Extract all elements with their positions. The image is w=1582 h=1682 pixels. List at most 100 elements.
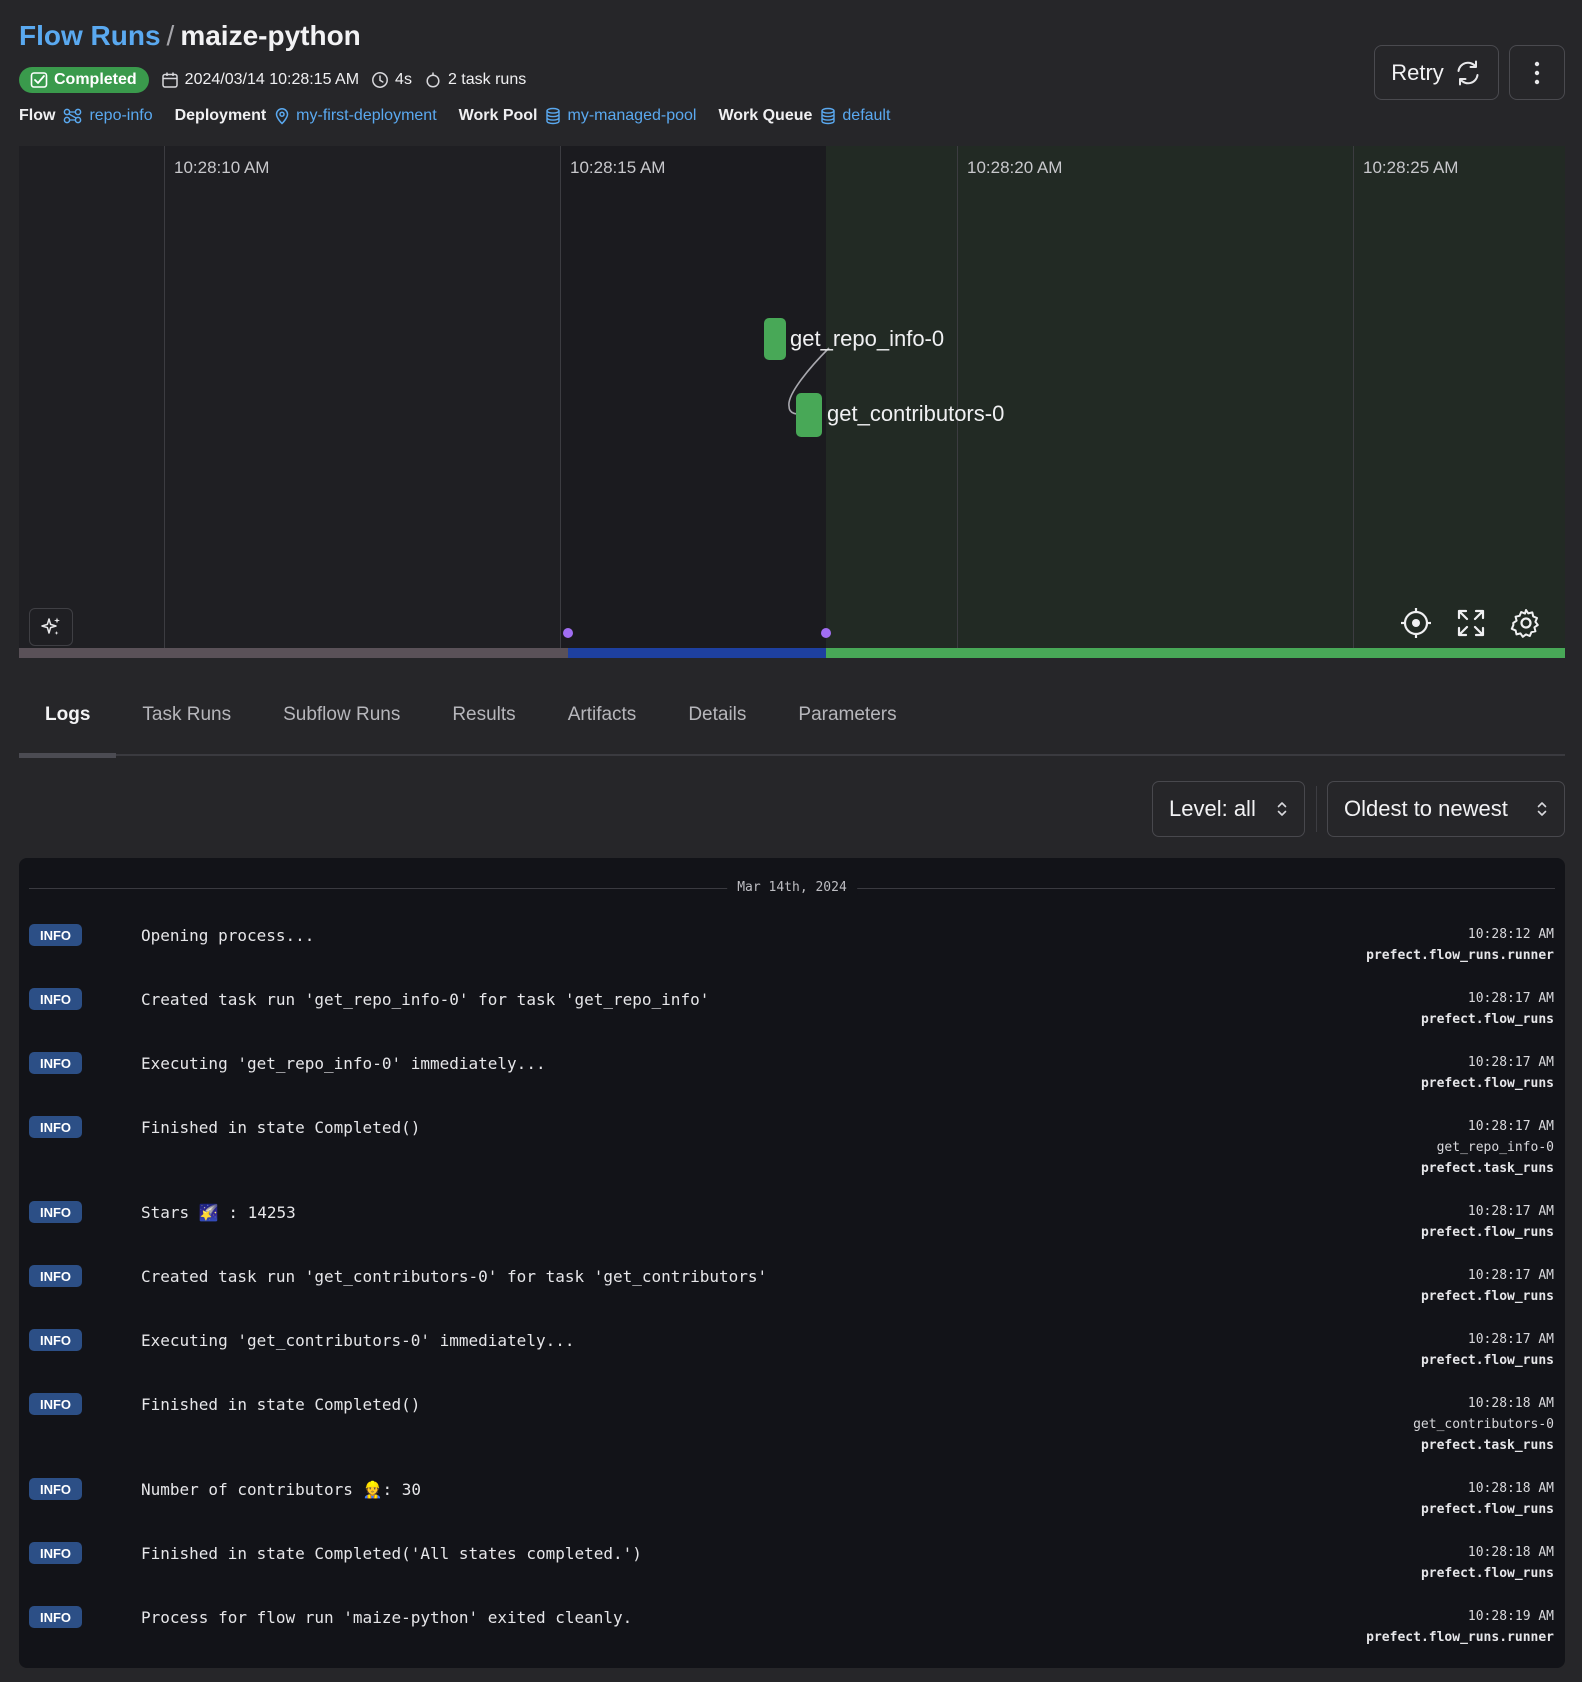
- log-level-badge: INFO: [29, 1393, 82, 1415]
- log-time: 10:28:12 AM: [1467, 927, 1554, 942]
- retry-button[interactable]: Retry: [1374, 45, 1499, 100]
- log-date-separator: Mar 14th, 2024: [29, 878, 1555, 898]
- breadcrumb-separator: /: [166, 20, 175, 51]
- log-time: 10:28:17 AM: [1467, 1204, 1554, 1219]
- log-message: Opening process...: [141, 926, 315, 945]
- calendar-icon: [161, 72, 178, 88]
- tick-label: 10:28:20 AM: [967, 158, 1063, 177]
- log-meta: 10:28:17 AM prefect.flow_runs: [1421, 1265, 1554, 1307]
- log-level-badge: INFO: [29, 1542, 82, 1564]
- work-queue-link[interactable]: default: [820, 107, 890, 125]
- log-meta: 10:28:17 AM prefect.flow_runs: [1421, 988, 1554, 1030]
- database-icon: [821, 107, 836, 125]
- log-time: 10:28:17 AM: [1467, 1055, 1554, 1070]
- work-pool-label: Work Pool: [458, 107, 538, 124]
- log-source: prefect.flow_runs: [1420, 1353, 1554, 1368]
- log-meta: 10:28:18 AM prefect.flow_runs: [1421, 1478, 1554, 1520]
- log-message: Executing 'get_repo_info-0' immediately.…: [141, 1054, 546, 1073]
- state-bar-pending: [19, 648, 568, 658]
- log-source: prefect.flow_runs.runner: [1366, 1630, 1554, 1645]
- log-time: 10:28:19 AM: [1467, 1609, 1554, 1624]
- log-meta: 10:28:17 AM prefect.flow_runs: [1421, 1201, 1554, 1243]
- task-runs-value: 2 task runs: [447, 71, 527, 88]
- sparkle-button[interactable]: [29, 608, 73, 646]
- graph-settings-button[interactable]: [1506, 603, 1546, 643]
- log-source: prefect.flow_runs: [1420, 1289, 1554, 1304]
- log-level-badge: INFO: [29, 1478, 82, 1500]
- log-message: Finished in state Completed(): [141, 1118, 421, 1137]
- level-filter-value: Level: all: [1169, 796, 1256, 821]
- sparkles-icon: [41, 617, 60, 635]
- state-marker-dot[interactable]: [821, 628, 831, 638]
- refresh-icon: [1457, 60, 1479, 85]
- breadcrumb-flow-runs[interactable]: Flow Runs: [19, 20, 161, 51]
- log-message: Created task run 'get_contributors-0' fo…: [141, 1267, 768, 1286]
- log-meta: 10:28:19 AM prefect.flow_runs.runner: [1366, 1606, 1554, 1648]
- log-source: prefect.flow_runs: [1420, 1225, 1554, 1240]
- more-options-button[interactable]: [1509, 45, 1565, 100]
- tab-results[interactable]: Results: [426, 680, 541, 756]
- log-task-name[interactable]: get_repo_info-0: [1421, 1137, 1554, 1158]
- log-level-badge: INFO: [29, 1329, 82, 1351]
- flow-run-name: maize-python: [180, 20, 361, 51]
- flow-run-timeline[interactable]: 10:28:10 AM 10:28:15 AM 10:28:20 AM 10:2…: [19, 146, 1565, 658]
- tab-parameters[interactable]: Parameters: [772, 680, 922, 756]
- log-meta: 10:28:18 AM prefect.flow_runs: [1421, 1542, 1554, 1584]
- flow-icon: [64, 108, 82, 124]
- gear-icon: [1510, 609, 1539, 638]
- center-view-button[interactable]: [1396, 603, 1436, 643]
- tick-label: 10:28:15 AM: [570, 158, 666, 177]
- log-level-badge: INFO: [29, 1116, 82, 1138]
- log-message: Number of contributors 👷: 30: [141, 1480, 422, 1499]
- tab-logs[interactable]: Logs: [19, 680, 117, 758]
- sort-order-select[interactable]: Oldest to newest: [1327, 781, 1565, 837]
- task-node-get-contributors[interactable]: [796, 393, 822, 437]
- work-pool-link[interactable]: my-managed-pool: [545, 107, 696, 125]
- log-level-badge: INFO: [29, 988, 82, 1010]
- retry-label: Retry: [1391, 59, 1444, 85]
- flow-value: repo-info: [89, 107, 153, 124]
- task-node-label[interactable]: get_contributors-0: [827, 401, 1004, 427]
- deployment-link[interactable]: my-first-deployment: [274, 107, 437, 125]
- state-marker-dot[interactable]: [563, 628, 573, 638]
- log-date: Mar 14th, 2024: [727, 880, 857, 895]
- task-node-label[interactable]: get_repo_info-0: [790, 326, 944, 352]
- log-message: Process for flow run 'maize-python' exit…: [141, 1608, 633, 1627]
- log-source: prefect.flow_runs: [1420, 1502, 1554, 1517]
- tab-details[interactable]: Details: [662, 680, 772, 756]
- log-meta: 10:28:17 AM get_repo_info-0 prefect.task_r…: [1421, 1116, 1554, 1179]
- log-source: prefect.flow_runs: [1420, 1076, 1554, 1091]
- tab-artifacts[interactable]: Artifacts: [542, 680, 663, 756]
- work-queue-label: Work Queue: [718, 107, 813, 124]
- log-message: Created task run 'get_repo_info-0' for t…: [141, 990, 710, 1009]
- start-time: 2024/03/14 10:28:15 AM: [161, 71, 359, 89]
- tab-task-runs[interactable]: Task Runs: [116, 680, 257, 756]
- log-meta: 10:28:18 AM get_contributors-0 prefect.tas…: [1413, 1393, 1554, 1456]
- log-meta: 10:28:17 AM prefect.flow_runs: [1421, 1329, 1554, 1371]
- log-list[interactable]: Mar 14th, 2024 INFO Opening process... 1…: [19, 858, 1565, 1668]
- log-source: prefect.task_runs: [1420, 1161, 1554, 1176]
- log-source: prefect.flow_runs: [1420, 1566, 1554, 1581]
- log-source: prefect.flow_runs: [1420, 1012, 1554, 1027]
- level-filter-select[interactable]: Level: all: [1152, 781, 1305, 837]
- deployment-label: Deployment: [174, 107, 267, 124]
- tab-subflow-runs[interactable]: Subflow Runs: [257, 680, 426, 756]
- log-meta: 10:28:17 AM prefect.flow_runs: [1421, 1052, 1554, 1094]
- duration: 4s: [371, 71, 412, 89]
- work-pool-value: my-managed-pool: [567, 107, 697, 124]
- flow-link[interactable]: repo-info: [63, 107, 153, 125]
- log-time: 10:28:18 AM: [1467, 1545, 1554, 1560]
- log-meta: 10:28:12 AM prefect.flow_runs.runner: [1366, 924, 1554, 966]
- fullscreen-button[interactable]: [1451, 603, 1491, 643]
- work-queue-value: default: [842, 107, 891, 124]
- log-level-badge: INFO: [29, 1052, 82, 1074]
- log-message: Finished in state Completed('All states …: [141, 1544, 642, 1563]
- log-time: 10:28:18 AM: [1467, 1481, 1554, 1496]
- state-bar-running: [568, 648, 826, 658]
- log-task-name[interactable]: get_contributors-0: [1413, 1414, 1554, 1435]
- log-source: prefect.flow_runs.runner: [1366, 948, 1554, 963]
- flow-label: Flow: [19, 107, 56, 124]
- log-source: prefect.task_runs: [1420, 1438, 1554, 1453]
- task-node-get-repo-info[interactable]: [764, 318, 786, 360]
- log-level-badge: INFO: [29, 1201, 82, 1223]
